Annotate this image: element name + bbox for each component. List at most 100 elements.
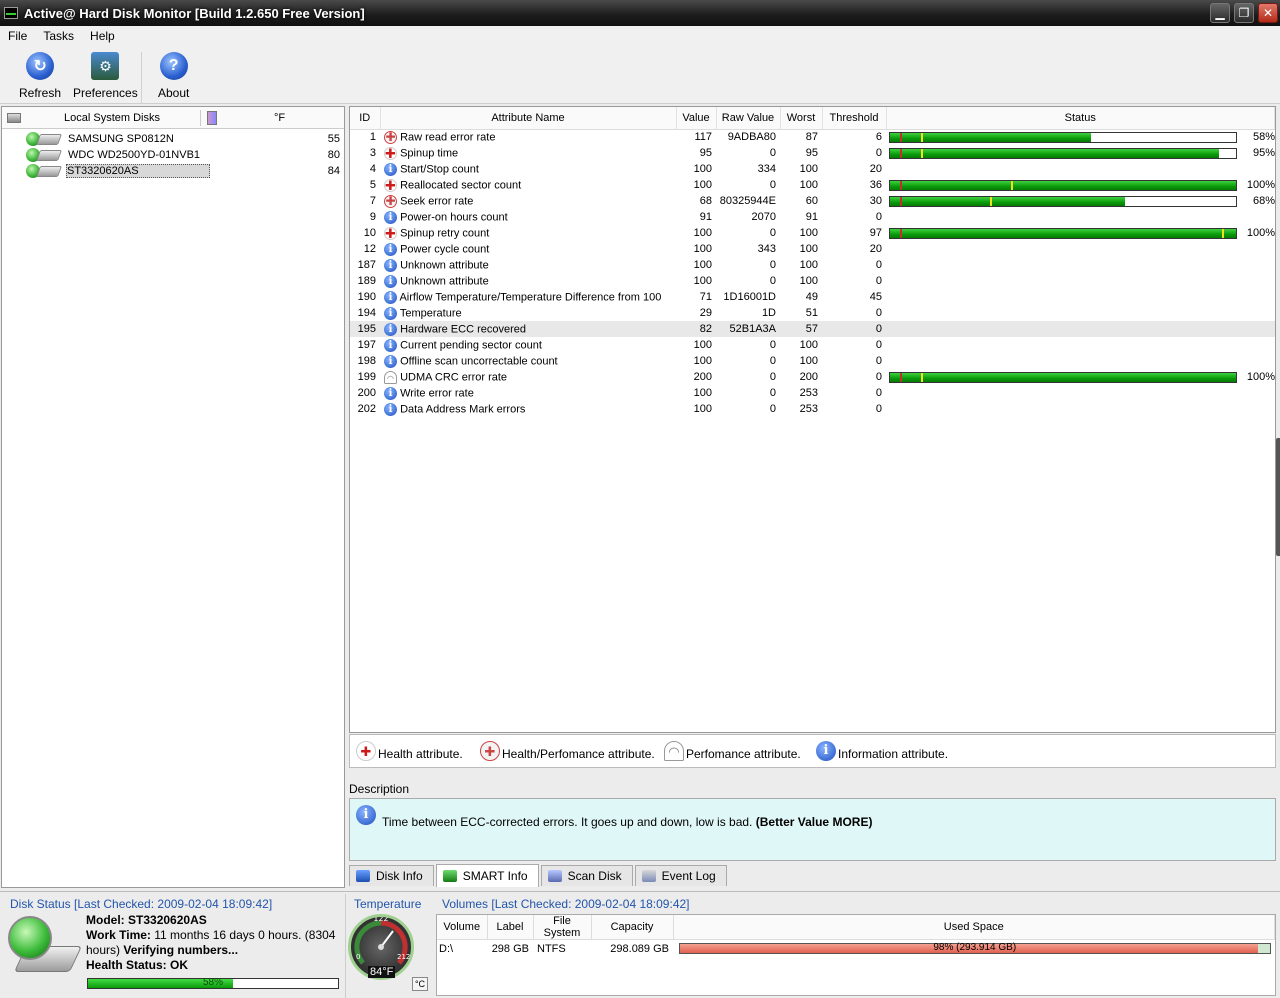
smart-table-panel: ID Attribute Name Value Raw Value Worst … [349,106,1276,733]
legend-performance: ◠ Perfomance attribute. [664,741,801,761]
smart-row[interactable]: 5 ✚ Reallocated sector count 100 0 100 36 100% [350,177,1275,193]
attr-value: 100 [693,243,712,255]
attr-worst: 87 [805,131,818,144]
attribute-legend: ✚ Health attribute. ✚ Health/Perfomance … [349,734,1276,768]
tab-disk-info[interactable]: Disk Info [349,865,434,886]
attr-threshold: 0 [875,211,882,223]
health-attribute-icon: ✚ [384,145,397,161]
attr-raw-value: 343 [757,243,776,255]
attr-name: Raw read error rate [400,131,496,144]
attr-worst: 60 [805,195,818,207]
col-value[interactable]: Value [676,107,717,130]
smart-row[interactable]: 190 i Airflow Temperature/Temperature Dif… [350,289,1275,305]
col-capacity[interactable]: Capacity [591,915,674,940]
volumes-panel: Volume Label File System Capacity Used S… [436,914,1276,996]
refresh-button[interactable]: ↻ Refresh [19,52,61,100]
preferences-button[interactable]: ⚙ Preferences [73,52,138,100]
smart-row[interactable]: 199 ◠ UDMA CRC error rate 200 0 200 0 100% [350,369,1275,385]
temp-unit-header: °F [274,111,286,124]
col-attribute-name[interactable]: Attribute Name [380,107,677,130]
attr-threshold: 0 [875,371,882,383]
attr-raw-value: 0 [769,403,776,415]
menu-file[interactable]: File [0,29,35,43]
smart-row[interactable]: 3 ✚ Spinup time 95 0 95 0 95% [350,145,1275,161]
smart-row[interactable]: 9i Power-on hours count 91 2070 91 0 [350,209,1275,225]
attr-status-bar [889,371,1237,383]
health-attribute-icon: ✚ [384,177,397,193]
attr-raw-value: 0 [769,371,776,383]
attr-value: 100 [693,355,712,367]
attr-value: 100 [693,259,712,271]
health-performance-icon: ✚ [384,129,397,144]
smart-row[interactable]: 194 i Temperature 29 1D 51 0 [350,305,1275,321]
disk-item-selected[interactable]: ST3320620AS 84 [2,163,344,179]
col-status[interactable]: Status [886,107,1275,130]
col-volume[interactable]: Volume [437,915,488,940]
smart-row[interactable]: 1 ✚ Raw read error rate 117 9ADBA80 87 6 58% [350,129,1275,145]
smart-row[interactable]: 7 ✚ Seek error rate 68 80325944E 60 30 68% [350,193,1275,209]
col-used-space[interactable]: Used Space [673,915,1275,940]
disk-item[interactable]: WDC WD2500YD-01NVB1 80 [2,147,344,163]
smart-row[interactable]: 4i Start/Stop count 100 334 100 20 [350,161,1275,177]
attr-value: 82 [676,321,716,337]
smart-row[interactable]: 187 i Unknown attribute 100 0 100 0 [350,257,1275,273]
col-threshold[interactable]: Threshold [822,107,887,130]
attr-value: 100 [693,227,712,239]
attr-worst: 100 [799,163,818,175]
tab-scan-disk[interactable]: Scan Disk [540,865,633,886]
smart-row[interactable]: 202 i Data Address Mark errors 100 0 253 0 [350,401,1275,417]
maximize-button[interactable]: ❐ [1234,3,1254,23]
minimize-button[interactable]: ▁ [1210,3,1230,23]
disk-item[interactable]: SAMSUNG SP0812N 55 [2,131,344,147]
temperature-panel: Temperature 122 0 212 84°F °C [345,894,431,998]
performance-gauge-icon: ◠ [664,741,684,761]
info-icon: i [384,322,397,336]
col-worst[interactable]: Worst [780,107,823,130]
celsius-toggle-button[interactable]: °C [412,977,428,991]
attr-threshold: 0 [875,275,882,287]
value-marker [1011,180,1014,190]
info-icon: i [384,386,397,400]
attr-status-bar [889,179,1237,191]
smart-row[interactable]: 10 ✚ Spinup retry count 100 0 100 97 100% [350,225,1275,241]
menu-tasks[interactable]: Tasks [35,29,82,43]
attr-name: UDMA CRC error rate [400,370,508,383]
attr-raw-value: 334 [757,163,776,175]
volume-row[interactable]: D:\ 298 GB NTFS 298.089 GB 98% (293.914 … [437,940,1275,958]
about-button[interactable]: ? About [141,52,189,104]
tab-event-log[interactable]: Event Log [634,865,727,886]
attr-id: 4 [369,163,376,175]
status-bar-fill [890,228,1236,238]
attr-threshold: 20 [869,163,882,175]
window-title: Active@ Hard Disk Monitor [Build 1.2.650… [24,5,365,21]
smart-row[interactable]: 195 i Hardware ECC recovered 82 52B1A3A 57 0 [350,321,1275,337]
col-raw-value[interactable]: Raw Value [716,107,781,130]
attr-value: 29 [699,307,712,319]
smart-info-icon [442,870,457,882]
attr-id: 7 [369,195,376,207]
smart-row[interactable]: 198 i Offline scan uncorrectable count 100… [350,353,1275,369]
info-icon: i [384,354,397,368]
smart-row[interactable]: 197 i Current pending sector count 100 0 100… [350,337,1275,353]
attr-id: 190 [357,291,376,303]
close-button[interactable]: ✕ [1258,3,1278,23]
legend-health-label: Health attribute. [378,747,463,761]
smart-row[interactable]: 200 i Write error rate 100 0 253 0 [350,385,1275,401]
col-id[interactable]: ID [350,107,381,130]
legend-health-performance: ✚ Health/Perfomance attribute. [480,741,655,761]
side-scroll-handle[interactable] [1276,438,1280,556]
col-file-system[interactable]: File System [533,915,592,940]
temperature-title: Temperature [354,897,422,911]
info-icon: i [384,306,397,320]
menu-help[interactable]: Help [82,29,123,43]
tab-smart-info[interactable]: SMART Info [435,864,539,887]
smart-row[interactable]: 189 i Unknown attribute 100 0 100 0 [350,273,1275,289]
attr-id: 198 [357,355,376,367]
gauge-top-label: 122 [373,917,388,923]
disk-info-icon [356,870,370,882]
smart-row[interactable]: 12 i Power cycle count 100 343 100 20 [350,241,1275,257]
col-label[interactable]: Label [487,915,534,940]
attr-threshold: 36 [869,179,882,191]
attr-raw-value: 0 [769,147,776,159]
attr-name: Spinup time [400,146,459,159]
